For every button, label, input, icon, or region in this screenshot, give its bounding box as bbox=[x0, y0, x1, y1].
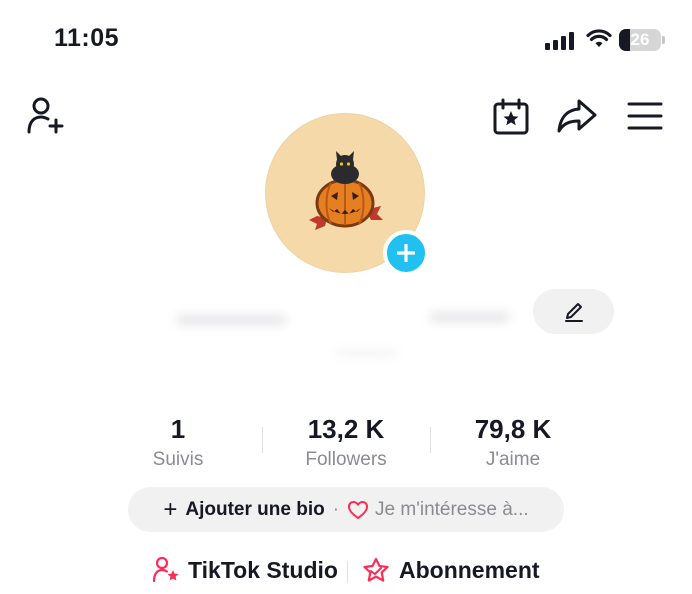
pumpkin-cat-avatar-icon bbox=[309, 151, 383, 230]
wifi-icon bbox=[586, 29, 612, 47]
edit-profile-button[interactable] bbox=[533, 289, 614, 334]
plus-icon bbox=[397, 244, 415, 262]
share-icon[interactable] bbox=[556, 98, 598, 134]
add-user-icon[interactable] bbox=[26, 96, 68, 136]
blurred-display-name-2 bbox=[430, 312, 510, 322]
calendar-star-icon[interactable] bbox=[492, 98, 530, 136]
add-bio-label: Ajouter une bio bbox=[185, 498, 325, 520]
stat-likes[interactable]: 79,8 K J'aime bbox=[428, 414, 598, 472]
stat-following[interactable]: 1 Suivis bbox=[93, 414, 263, 472]
battery-tip bbox=[662, 36, 665, 44]
tiktok-studio-link[interactable]: TikTok Studio bbox=[152, 556, 338, 584]
cellular-signal-icon bbox=[545, 32, 574, 50]
battery-icon: 26 bbox=[619, 29, 661, 51]
blurred-display-name bbox=[176, 315, 286, 325]
following-count: 1 bbox=[170, 414, 186, 444]
interests-button[interactable]: Je m'intéresse à... bbox=[347, 499, 529, 521]
subscription-star-icon bbox=[363, 557, 389, 582]
link-divider bbox=[347, 561, 348, 583]
bio-bar: + Ajouter une bio · Je m'intéresse à... bbox=[128, 487, 564, 532]
subscription-link[interactable]: Abonnement bbox=[361, 556, 540, 584]
likes-count: 79,8 K bbox=[474, 414, 552, 444]
blurred-username bbox=[336, 350, 396, 356]
plus-icon: + bbox=[163, 495, 178, 523]
heart-icon bbox=[348, 500, 369, 519]
followers-label: Followers bbox=[305, 449, 387, 470]
bio-separator: · bbox=[332, 498, 340, 520]
menu-icon[interactable] bbox=[627, 101, 663, 131]
battery-level: 26 bbox=[630, 30, 650, 49]
interests-label: Je m'intéresse à... bbox=[375, 498, 529, 520]
tiktok-studio-label: TikTok Studio bbox=[188, 556, 338, 583]
status-time: 11:05 bbox=[54, 24, 120, 52]
pencil-icon bbox=[564, 302, 583, 322]
studio-user-star-icon bbox=[152, 556, 179, 583]
stat-followers[interactable]: 13,2 K Followers bbox=[261, 414, 431, 472]
add-avatar-button[interactable] bbox=[383, 230, 429, 276]
likes-label: J'aime bbox=[485, 449, 541, 470]
following-label: Suivis bbox=[152, 449, 204, 470]
subscription-label: Abonnement bbox=[399, 556, 540, 583]
add-bio-button[interactable]: + Ajouter une bio bbox=[163, 495, 325, 523]
followers-count: 13,2 K bbox=[307, 414, 385, 444]
